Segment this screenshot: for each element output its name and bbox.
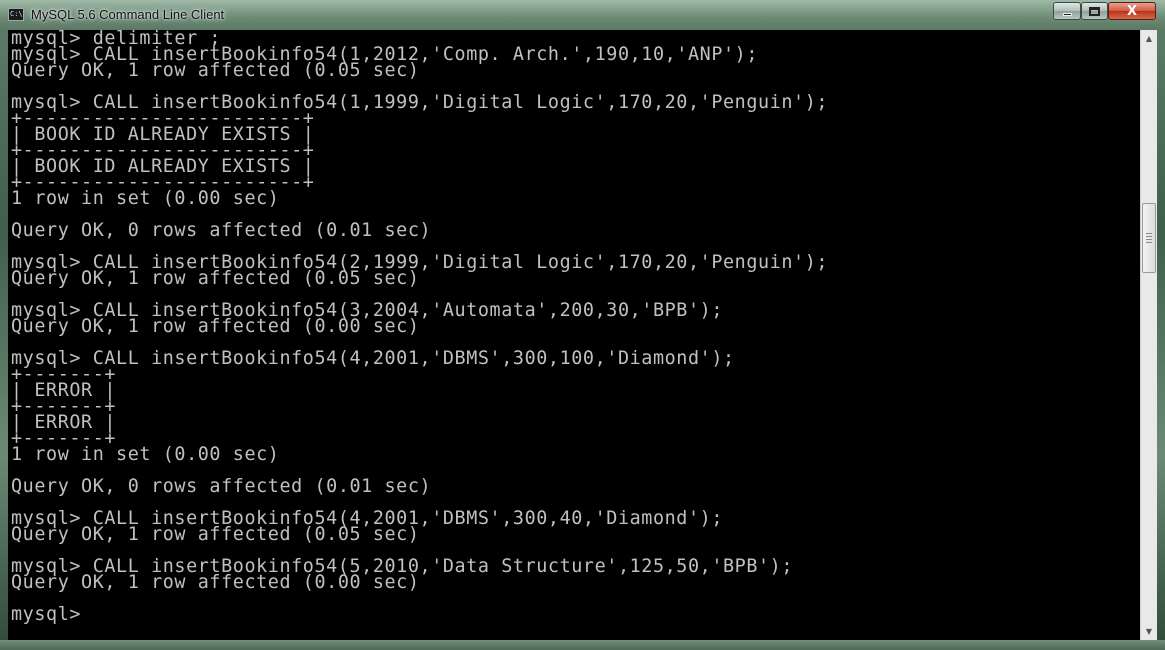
scroll-up-arrow-icon[interactable]: ▲ xyxy=(1141,30,1157,47)
thumb-grip-line xyxy=(1146,239,1152,240)
thumb-grip-line xyxy=(1146,242,1152,243)
window-bottom-border xyxy=(0,640,1165,650)
console-output-line: Query OK, 1 row affected (0.05 sec) xyxy=(11,268,420,289)
console-output-line: 1 row in set (0.00 sec) xyxy=(11,444,280,465)
maximize-button[interactable] xyxy=(1081,2,1108,20)
title-bar[interactable]: C:\ MySQL 5.6 Command Line Client X xyxy=(0,0,1165,30)
mysql-console-window: C:\ MySQL 5.6 Command Line Client X mysq… xyxy=(0,0,1165,650)
scroll-down-arrow-icon[interactable]: ▼ xyxy=(1141,623,1157,640)
console-command-line: mysql> xyxy=(11,604,82,625)
close-button[interactable]: X xyxy=(1108,2,1156,20)
scrollbar-thumb[interactable] xyxy=(1142,203,1156,273)
close-icon: X xyxy=(1126,3,1138,19)
minimize-button[interactable] xyxy=(1053,2,1081,20)
thumb-grip-line xyxy=(1146,236,1152,237)
console-output[interactable]: mysql> delimiter ; mysql> CALL insertBook… xyxy=(8,30,1140,640)
console-command-line: mysql> CALL insertBookinfo54(4,2001,'DBM… xyxy=(11,348,735,369)
window-title: MySQL 5.6 Command Line Client xyxy=(31,7,225,22)
console-app-icon[interactable]: C:\ xyxy=(8,8,24,21)
console-output-line: 1 row in set (0.00 sec) xyxy=(11,188,280,209)
console-output-line: Query OK, 1 row affected (0.00 sec) xyxy=(11,572,420,593)
console-output-line: Query OK, 0 rows affected (0.01 sec) xyxy=(11,220,432,241)
thumb-grip-line xyxy=(1146,233,1152,234)
console-output-line: Query OK, 1 row affected (0.05 sec) xyxy=(11,524,420,545)
console-output-line: Query OK, 1 row affected (0.05 sec) xyxy=(11,60,420,81)
minimize-icon xyxy=(1062,12,1072,16)
console-output-line: Query OK, 0 rows affected (0.01 sec) xyxy=(11,476,432,497)
maximize-icon xyxy=(1089,6,1100,16)
console-output-line: Query OK, 1 row affected (0.00 sec) xyxy=(11,316,420,337)
vertical-scrollbar[interactable]: ▲ ▼ xyxy=(1140,30,1157,640)
